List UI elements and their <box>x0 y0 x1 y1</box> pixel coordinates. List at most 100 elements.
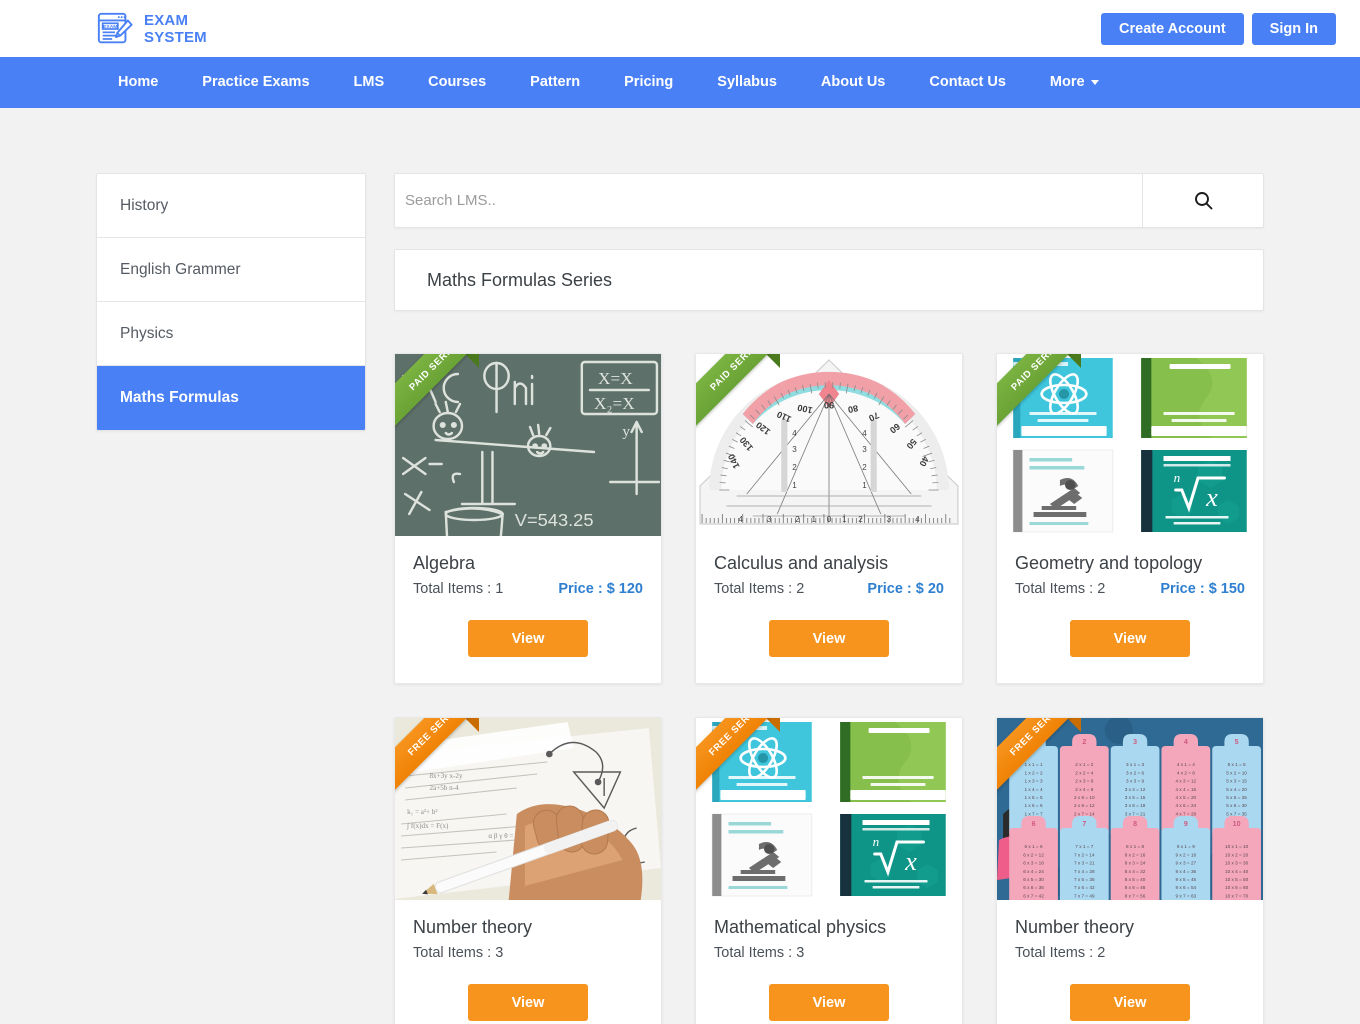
series-card: V=543.25 X=X X₂=X y PAID SERIES Algebra … <box>394 353 662 684</box>
svg-text:7 x 3 = 21: 7 x 3 = 21 <box>1074 861 1095 866</box>
view-button[interactable]: View <box>1070 620 1190 657</box>
svg-text:0: 0 <box>827 515 832 524</box>
svg-text:90: 90 <box>824 400 834 410</box>
main-navigation: HomePractice ExamsLMS Courses PatternPrici… <box>0 57 1360 108</box>
svg-text:1 x 6 = 6: 1 x 6 = 6 <box>1025 803 1043 808</box>
svg-text:5 x 7 = 35: 5 x 7 = 35 <box>1226 811 1247 816</box>
svg-text:4 x 1 = 4: 4 x 1 = 4 <box>1177 762 1195 767</box>
card-body: Algebra Total Items : 1 Price : $ 120 Vi… <box>395 536 661 683</box>
svg-text:8 x 4 = 32: 8 x 4 = 32 <box>1125 869 1146 874</box>
svg-text:8 x 2 = 16: 8 x 2 = 16 <box>1125 852 1146 857</box>
svg-text:8 x 6 = 48: 8 x 6 = 48 <box>1125 885 1146 890</box>
svg-text:10 x 4 = 40: 10 x 4 = 40 <box>1225 869 1249 874</box>
nav-item-courses[interactable]: Courses <box>406 57 508 108</box>
ribbon-fold <box>1067 718 1081 732</box>
card-meta: Total Items : 3 <box>413 945 643 963</box>
sidebar-item-label: History <box>120 197 168 215</box>
svg-text:4: 4 <box>738 515 743 524</box>
nav-item-more[interactable]: More <box>1028 57 1121 108</box>
svg-text:6 x 6 = 36: 6 x 6 = 36 <box>1023 885 1044 890</box>
card-action-row: View <box>413 620 643 657</box>
nav-item-label: Syllabus <box>717 74 777 90</box>
svg-text:3: 3 <box>792 445 797 454</box>
search-button[interactable] <box>1143 174 1263 227</box>
svg-text:4 x 2 = 8: 4 x 2 = 8 <box>1177 770 1195 775</box>
svg-text:5 x 1 = 5: 5 x 1 = 5 <box>1228 762 1246 767</box>
svg-text:2 x 4 = 8: 2 x 4 = 8 <box>1075 787 1093 792</box>
series-card: n x PAID SERIES Geometry and topology To… <box>996 353 1264 684</box>
header-actions: Create Account Sign In <box>1101 13 1336 45</box>
ribbon-fold <box>1067 354 1081 368</box>
nav-item-label: Courses <box>428 74 486 90</box>
svg-text:9 x 6 = 54: 9 x 6 = 54 <box>1176 885 1197 890</box>
svg-text:10 x 1 = 10: 10 x 1 = 10 <box>1225 844 1249 849</box>
card-meta: Total Items : 2 Price : $ 150 <box>1015 581 1245 599</box>
series-card: 8x+3y x-2y 2a+5b n-4 k₁ = a²+ b² ∫ f(x)d… <box>394 717 662 1024</box>
series-card: 11 x 1 = 11 x 2 = 21 x 3 = 31 x 4 = 41 x… <box>996 717 1264 1024</box>
sidebar-item-history[interactable]: History <box>97 174 365 238</box>
view-button[interactable]: View <box>769 620 889 657</box>
card-price: Price : $ 20 <box>867 581 944 597</box>
nav-item-lms[interactable]: LMS <box>332 57 407 108</box>
sidebar-item-physics[interactable]: Physics <box>97 302 365 366</box>
card-meta: Total Items : 2 <box>1015 945 1245 963</box>
section-header: Maths Formulas Series <box>394 249 1264 311</box>
nav-item-practice-exams[interactable]: Practice Exams <box>180 57 331 108</box>
create-account-button[interactable]: Create Account <box>1101 13 1244 45</box>
svg-text:V=543.25: V=543.25 <box>515 510 594 530</box>
brand-logo[interactable]: EXAM EXAM SYSTEM <box>96 10 207 48</box>
nav-item-contact-us[interactable]: Contact Us <box>907 57 1028 108</box>
page-content: History English Grammer Physics Maths Formu… <box>0 108 1360 1024</box>
svg-text:10 x 6 = 60: 10 x 6 = 60 <box>1225 885 1249 890</box>
svg-text:8 x 5 = 40: 8 x 5 = 40 <box>1125 877 1146 882</box>
svg-text:4 x 3 = 12: 4 x 3 = 12 <box>1176 779 1197 784</box>
sidebar-item-label: English Grammer <box>120 261 241 279</box>
svg-text:80: 80 <box>847 403 859 415</box>
nav-item-syllabus[interactable]: Syllabus <box>695 57 799 108</box>
svg-text:2: 2 <box>858 515 863 524</box>
sidebar-item-maths-formulas[interactable]: Maths Formulas <box>97 366 365 430</box>
search-input[interactable] <box>395 174 1143 227</box>
svg-text:7 x 7 = 49: 7 x 7 = 49 <box>1074 893 1095 898</box>
svg-text:x: x <box>904 847 917 876</box>
sidebar-item-english-grammer[interactable]: English Grammer <box>97 238 365 302</box>
card-price: Price : $ 150 <box>1160 581 1245 597</box>
nav-item-pattern[interactable]: Pattern <box>508 57 602 108</box>
card-total-items: Total Items : 2 <box>714 581 804 597</box>
nav-item-home[interactable]: Home <box>96 57 180 108</box>
microscope-book <box>712 814 811 896</box>
card-body: Geometry and topology Total Items : 2 Pr… <box>997 536 1263 683</box>
svg-text:6 x 7 = 42: 6 x 7 = 42 <box>1023 893 1044 898</box>
card-action-row: View <box>714 620 944 657</box>
svg-text:1: 1 <box>842 515 847 524</box>
sidebar-item-label: Maths Formulas <box>120 389 239 407</box>
svg-text:k₁ = a²+ b²: k₁ = a²+ b² <box>407 808 437 816</box>
view-button[interactable]: View <box>769 984 889 1021</box>
svg-text:9 x 4 = 36: 9 x 4 = 36 <box>1176 869 1197 874</box>
card-action-row: View <box>1015 984 1245 1021</box>
exam-document-pencil-icon: EXAM <box>96 10 134 48</box>
svg-text:1: 1 <box>862 481 867 490</box>
svg-text:2 x 3 = 6: 2 x 3 = 6 <box>1075 779 1093 784</box>
nav-item-about-us[interactable]: About Us <box>799 57 907 108</box>
nav-item-pricing[interactable]: Pricing <box>602 57 695 108</box>
card-action-row: View <box>413 984 643 1021</box>
svg-text:3: 3 <box>1133 739 1137 746</box>
card-action-row: View <box>1015 620 1245 657</box>
svg-text:1 x 2 = 2: 1 x 2 = 2 <box>1025 770 1043 775</box>
svg-text:10 x 2 = 20: 10 x 2 = 20 <box>1225 852 1249 857</box>
view-button[interactable]: View <box>468 620 588 657</box>
svg-text:8 x 1 = 8: 8 x 1 = 8 <box>1126 844 1144 849</box>
svg-text:5 x 4 = 20: 5 x 4 = 20 <box>1226 787 1247 792</box>
series-card: 90 100 80 110 70 120 60 130 50 140 40 43… <box>695 353 963 684</box>
svg-text:EXAM: EXAM <box>103 24 117 30</box>
card-title: Calculus and analysis <box>714 553 944 574</box>
svg-text:10 x 7 = 70: 10 x 7 = 70 <box>1225 893 1249 898</box>
sign-in-button[interactable]: Sign In <box>1252 13 1336 45</box>
view-button[interactable]: View <box>468 984 588 1021</box>
view-button[interactable]: View <box>1070 984 1190 1021</box>
card-title: Geometry and topology <box>1015 553 1245 574</box>
card-title: Algebra <box>413 553 643 574</box>
card-total-items: Total Items : 2 <box>1015 945 1105 961</box>
card-total-items: Total Items : 3 <box>714 945 804 961</box>
